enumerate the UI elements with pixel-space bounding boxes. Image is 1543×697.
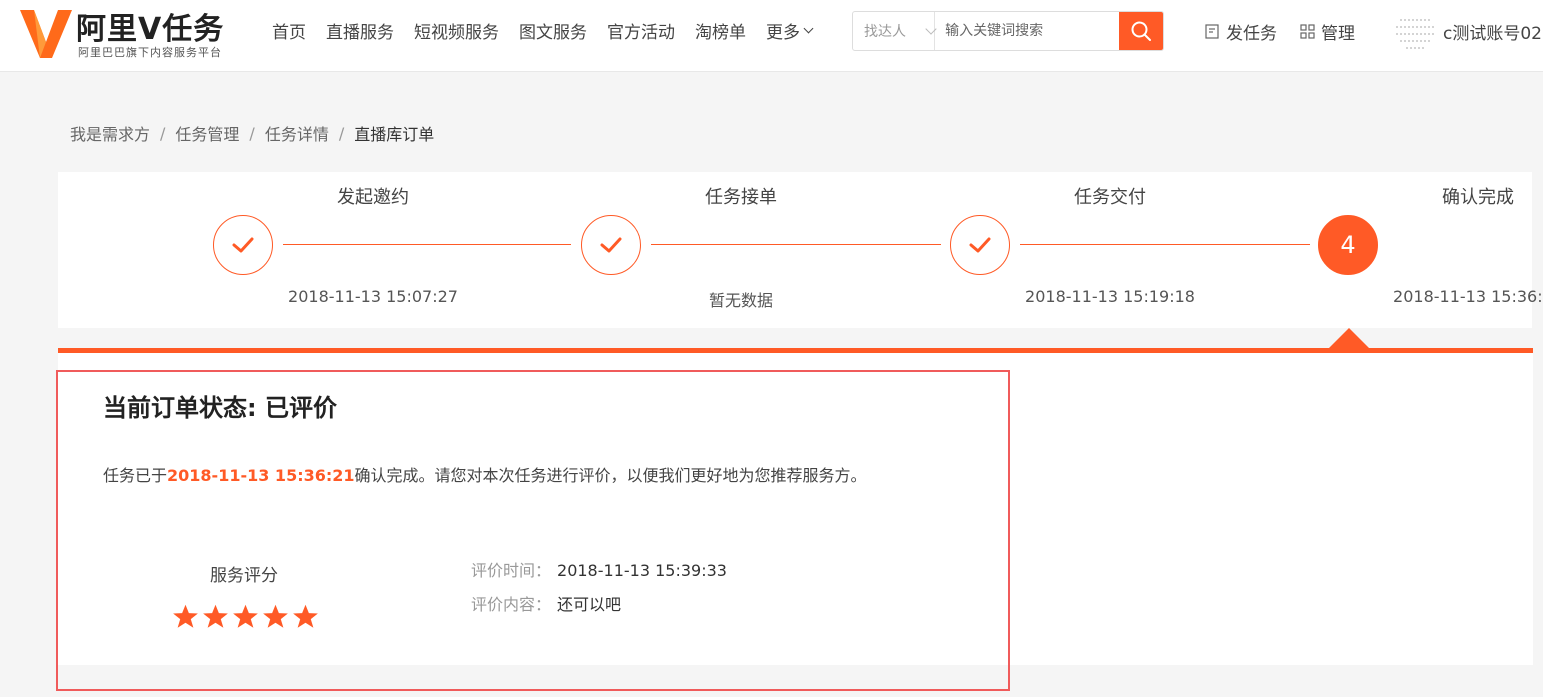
step-title: 任务接单 xyxy=(705,187,777,208)
evaluation-content-row: 评价内容： 还可以吧 xyxy=(471,591,621,615)
search-button[interactable] xyxy=(1119,12,1163,50)
breadcrumb-separator: / xyxy=(249,123,255,143)
breadcrumb-item[interactable]: 任务管理 xyxy=(175,121,239,145)
status-msg-prefix: 任务已于 xyxy=(103,466,168,485)
publish-task-link[interactable]: 发任务 xyxy=(1205,19,1277,44)
avatar-image-icon xyxy=(1396,19,1434,49)
step-connector xyxy=(651,244,941,245)
step-connector xyxy=(1020,244,1310,245)
v-logo-icon xyxy=(20,10,72,58)
grid-icon xyxy=(1300,24,1315,39)
star-icon xyxy=(173,604,198,628)
order-status-title: 当前订单状态: 已评价 xyxy=(103,394,337,422)
step-title: 确认完成 xyxy=(1442,187,1514,208)
search-type-label: 找达人 xyxy=(864,24,906,40)
evaluation-content-label: 评价内容： xyxy=(471,595,552,614)
step-time: 2018-11-13 15:36:21 xyxy=(1393,287,1543,306)
breadcrumb-current: 直播库订单 xyxy=(354,125,435,144)
star-rating xyxy=(172,603,322,630)
nav-more[interactable]: 更多 xyxy=(766,18,814,43)
step-time: 2018-11-13 15:19:18 xyxy=(1025,287,1195,306)
breadcrumb-separator: / xyxy=(160,123,166,143)
step-title: 发起邀约 xyxy=(337,187,409,208)
step-time: 暂无数据 xyxy=(708,291,773,310)
nav-official-events[interactable]: 官方活动 xyxy=(607,18,675,43)
search-input[interactable] xyxy=(935,12,1120,50)
nav-short-video-service[interactable]: 短视频服务 xyxy=(414,18,499,43)
status-msg-suffix: 确认完成。请您对本次任务进行评价，以便我们更好地为您推荐服务方。 xyxy=(354,466,867,485)
evaluation-time-label: 评价时间： xyxy=(471,561,552,580)
main-nav: 首页 直播服务 短视频服务 图文服务 官方活动 淘榜单 更多 xyxy=(262,0,822,60)
step-time: 2018-11-13 15:07:27 xyxy=(288,287,458,306)
service-score-label: 服务评分 xyxy=(210,566,278,586)
step-done-circle xyxy=(581,215,641,275)
top-header: 阿里V任务 阿里巴巴旗下内容服务平台 首页 直播服务 短视频服务 图文服务 官方… xyxy=(0,0,1543,72)
nav-taobao-ranking[interactable]: 淘榜单 xyxy=(695,18,746,43)
step-title: 任务交付 xyxy=(1074,187,1146,208)
active-step-pointer xyxy=(1329,328,1369,348)
logo-title: 阿里V任务 xyxy=(76,12,225,47)
search-bar: 找达人 xyxy=(852,11,1164,51)
star-icon xyxy=(233,604,258,628)
step-connector xyxy=(283,244,571,245)
manage-label: 管理 xyxy=(1321,24,1355,44)
nav-home[interactable]: 首页 xyxy=(272,18,306,43)
check-icon xyxy=(969,237,991,253)
step-done-circle xyxy=(950,215,1010,275)
publish-task-label: 发任务 xyxy=(1226,24,1277,44)
status-msg-time: 2018-11-13 15:36:21 xyxy=(167,466,355,485)
star-icon xyxy=(263,604,288,628)
search-icon xyxy=(1131,21,1152,41)
nav-more-label: 更多 xyxy=(766,22,800,43)
logo-subtitle: 阿里巴巴旗下内容服务平台 xyxy=(78,46,222,59)
check-icon xyxy=(600,237,622,253)
nav-article-service[interactable]: 图文服务 xyxy=(519,18,587,43)
star-icon xyxy=(203,604,228,628)
star-icon xyxy=(293,604,318,628)
breadcrumb-item[interactable]: 任务详情 xyxy=(265,121,329,145)
check-icon xyxy=(232,237,254,253)
evaluation-content-value: 还可以吧 xyxy=(557,595,622,614)
account-name[interactable]: c测试账号02 xyxy=(1443,19,1542,44)
order-status-message: 任务已于2018-11-13 15:36:21确认完成。请您对本次任务进行评价，… xyxy=(103,462,867,486)
step-number: 4 xyxy=(1340,231,1356,259)
edit-document-icon xyxy=(1205,24,1219,39)
nav-live-service[interactable]: 直播服务 xyxy=(326,18,394,43)
step-active-circle: 4 xyxy=(1318,215,1378,275)
progress-steps: 发起邀约 2018-11-13 15:07:27 任务接单 暂无数据 任务交付 … xyxy=(58,172,1543,328)
search-type-select[interactable]: 找达人 xyxy=(853,12,937,50)
site-logo[interactable]: 阿里V任务 阿里巴巴旗下内容服务平台 xyxy=(18,4,248,64)
breadcrumb-separator: / xyxy=(338,123,345,143)
evaluation-time-row: 评价时间： 2018-11-13 15:39:33 xyxy=(471,557,727,581)
manage-link[interactable]: 管理 xyxy=(1300,19,1355,44)
breadcrumb: 我是需求方 / 任务管理 / 任务详情 / 直播库订单 xyxy=(70,121,434,145)
evaluation-time-value: 2018-11-13 15:39:33 xyxy=(557,561,727,580)
avatar[interactable] xyxy=(1392,8,1438,54)
chevron-down-icon xyxy=(925,23,937,35)
breadcrumb-item[interactable]: 我是需求方 xyxy=(70,121,150,145)
step-done-circle xyxy=(213,215,273,275)
chevron-down-icon xyxy=(803,23,814,33)
